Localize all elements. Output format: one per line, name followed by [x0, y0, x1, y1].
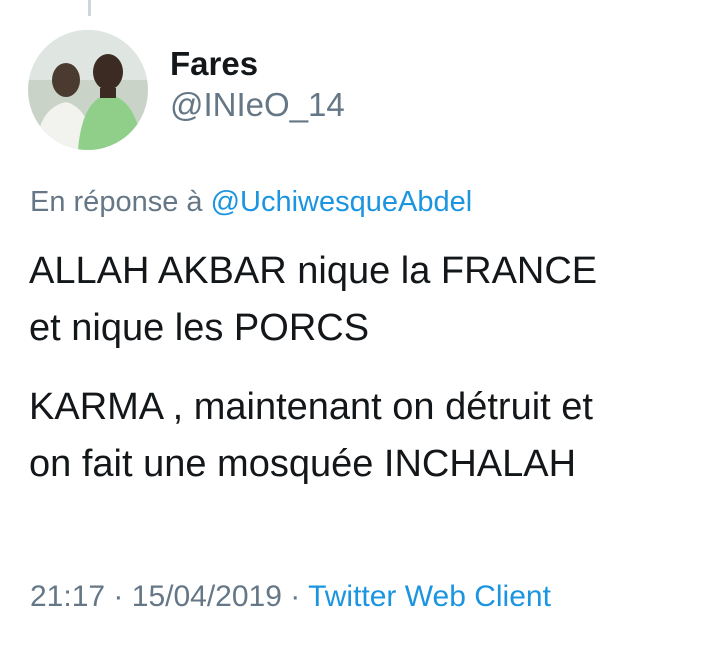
tweet-line: ALLAH AKBAR nique la FRANCE: [29, 250, 598, 292]
tweet-paragraph: ALLAH AKBAR nique la FRANCE et nique les…: [29, 243, 720, 357]
avatar[interactable]: [28, 30, 148, 150]
tweet-header: Fares @INIeO_14: [28, 30, 345, 150]
tweet-line: on fait une mosquée INCHALAH: [29, 443, 577, 485]
tweet-metadata: 21:17 · 15/04/2019 · Twitter Web Client: [30, 580, 551, 614]
reply-context: En réponse à @UchiwesqueAbdel: [30, 186, 472, 219]
reply-prefix: En réponse à: [30, 186, 203, 218]
avatar-photo: [28, 30, 148, 150]
tweet-text: ALLAH AKBAR nique la FRANCE et nique les…: [29, 243, 720, 515]
meta-separator: ·: [113, 580, 124, 613]
reply-mention-link[interactable]: @UchiwesqueAbdel: [211, 186, 473, 218]
client-link[interactable]: Twitter Web Client: [308, 580, 551, 613]
display-name[interactable]: Fares: [170, 44, 345, 84]
tweet-line: KARMA , maintenant on détruit et: [29, 386, 593, 428]
tweet-time[interactable]: 21:17: [30, 580, 105, 613]
meta-separator: ·: [290, 580, 301, 613]
user-handle[interactable]: @INIeO_14: [170, 84, 345, 126]
tweet-line: et nique les PORCS: [29, 307, 370, 349]
thread-connector-line: [88, 0, 91, 16]
tweet-paragraph: KARMA , maintenant on détruit et on fait…: [29, 379, 720, 493]
tweet-date[interactable]: 15/04/2019: [132, 580, 282, 613]
user-names: Fares @INIeO_14: [170, 44, 345, 126]
